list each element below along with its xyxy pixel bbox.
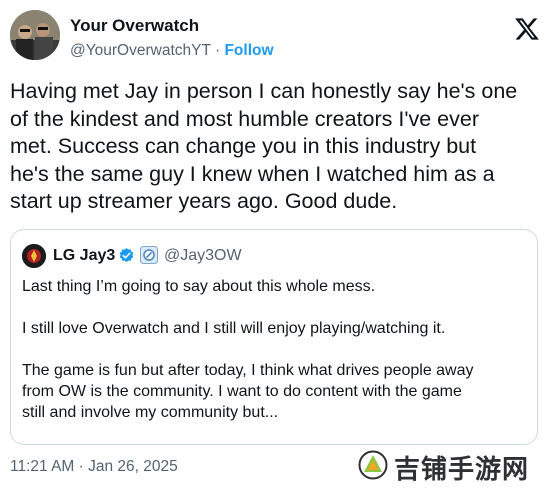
verified-check-icon: [119, 248, 134, 263]
tweet-header: Your Overwatch @YourOverwatchYT · Follow: [10, 10, 540, 66]
quoted-line: from OW is the community. I want to do c…: [22, 383, 462, 400]
x-logo-icon[interactable]: [514, 16, 540, 42]
author-handle-row: @YourOverwatchYT · Follow: [70, 42, 274, 60]
quoted-paragraph: I still love Overwatch and I still will …: [22, 318, 527, 339]
watermark: 吉铺手游网: [358, 448, 542, 485]
tweet-line: he's the same guy I knew when I watched …: [10, 161, 495, 186]
tweet-line: start up streamer years ago. Good dude.: [10, 189, 398, 213]
quoted-tweet[interactable]: LG Jay3 @Jay3OW Last thing I’m going to …: [10, 229, 538, 445]
separator-dot: ·: [214, 42, 221, 59]
watermark-logo-icon: [358, 450, 388, 480]
quoted-line: Last thing I’m going to say about this w…: [22, 278, 376, 295]
follow-button[interactable]: Follow: [224, 42, 273, 59]
quoted-line: I still love Overwatch and I still will …: [22, 320, 446, 337]
quoted-author-name[interactable]: LG Jay3: [53, 247, 115, 265]
tweet-line: met. Success can change you in this indu…: [10, 134, 477, 158]
watermark-text: 吉铺手游网: [394, 455, 530, 485]
affiliate-badge-icon[interactable]: [140, 246, 158, 264]
tweet-line: Having met Jay in person I can honestly …: [10, 79, 518, 103]
quoted-line: still and involve my community but...: [22, 404, 279, 421]
tweet-timestamp[interactable]: 11:21 AM · Jan 26, 2025: [10, 458, 178, 476]
quoted-line: The game is fun but after today, I think…: [22, 362, 474, 379]
author-name[interactable]: Your Overwatch: [70, 16, 199, 36]
quoted-paragraph: The game is fun but after today, I think…: [22, 360, 527, 423]
quoted-paragraph: Last thing I’m going to say about this w…: [22, 276, 527, 297]
author-handle[interactable]: @YourOverwatchYT: [70, 42, 211, 59]
tweet-line: of the kindest and most humble creators …: [10, 106, 479, 131]
quoted-author-handle[interactable]: @Jay3OW: [164, 247, 242, 265]
tweet-text: Having met Jay in person I can honestly …: [10, 78, 540, 216]
quoted-tweet-text: Last thing I’m going to say about this w…: [22, 276, 527, 423]
quoted-author-avatar[interactable]: [22, 244, 46, 268]
author-avatar[interactable]: [10, 10, 60, 60]
